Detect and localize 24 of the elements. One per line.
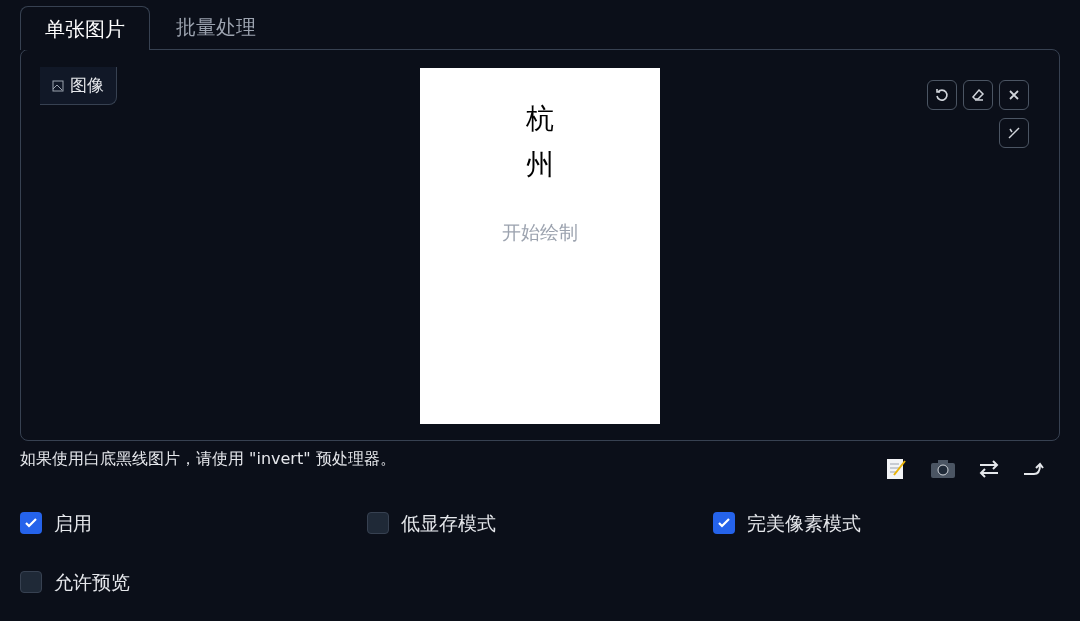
checkbox-label: 允许预览 bbox=[54, 569, 130, 595]
canvas-text: 州 bbox=[526, 147, 554, 183]
checkbox[interactable] bbox=[20, 570, 42, 593]
canvas-placeholder: 开始绘制 bbox=[502, 220, 578, 245]
checkbox[interactable] bbox=[20, 512, 42, 535]
checkbox-label: 低显存模式 bbox=[400, 511, 496, 536]
tab[interactable]: 单张图片 bbox=[20, 6, 150, 50]
checkbox-label: 完美像素模式 bbox=[747, 511, 862, 536]
hint-text: 如果使用白底黑线图片，请使用 "invert" 预处理器。 bbox=[20, 448, 396, 470]
checkbox[interactable] bbox=[713, 512, 736, 535]
return-arrow-icon[interactable] bbox=[1022, 461, 1044, 477]
drawing-canvas[interactable]: 杭 州 开始绘制 bbox=[420, 68, 660, 424]
image-label-text: 图像 bbox=[70, 73, 104, 97]
checkbox-label: 启用 bbox=[54, 511, 92, 536]
canvas-text: 杭 bbox=[526, 101, 554, 137]
undo-icon[interactable] bbox=[927, 80, 957, 110]
close-icon[interactable] bbox=[999, 80, 1029, 110]
notepad-icon[interactable] bbox=[884, 457, 908, 481]
tab[interactable]: 批量处理 bbox=[150, 5, 282, 49]
eraser-icon[interactable] bbox=[963, 80, 993, 110]
swap-icon[interactable] bbox=[978, 459, 1000, 479]
checkbox[interactable] bbox=[366, 512, 389, 535]
image-icon bbox=[52, 79, 64, 92]
camera-icon[interactable] bbox=[930, 459, 956, 479]
